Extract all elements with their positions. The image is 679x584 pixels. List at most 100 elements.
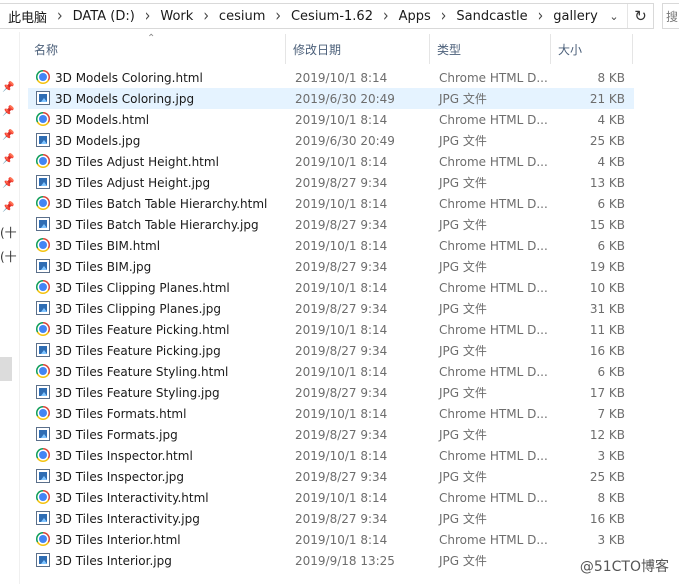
- file-name: 3D Models.jpg: [55, 133, 141, 148]
- file-type: JPG 文件: [439, 260, 487, 274]
- file-row[interactable]: 3D Tiles Inspector.html 2019/10/1 8:14 Chr…: [28, 445, 634, 466]
- jpg-image-file-icon: [36, 385, 50, 399]
- file-row[interactable]: 3D Tiles BIM.html 2019/10/1 8:14 Chrome HT…: [28, 235, 634, 256]
- file-row[interactable]: 3D Tiles Feature Styling.html 2019/10/1 8…: [28, 361, 634, 382]
- breadcrumb-gallery[interactable]: gallery: [551, 9, 599, 24]
- file-row[interactable]: 3D Tiles Feature Picking.jpg 2019/8/27 9:…: [28, 340, 634, 361]
- chrome-html-file-icon: [36, 112, 50, 126]
- file-row[interactable]: 3D Tiles Clipping Planes.html 2019/10/1 8…: [28, 277, 634, 298]
- file-size: 6 KB: [597, 196, 625, 211]
- pin-icon[interactable]: 📌: [2, 154, 14, 165]
- file-row[interactable]: 3D Tiles Feature Styling.jpg 2019/8/27 9:…: [28, 382, 634, 403]
- column-header-date[interactable]: 修改日期: [286, 34, 430, 64]
- breadcrumb-cesium[interactable]: cesium: [217, 9, 267, 24]
- file-size: 19 KB: [589, 259, 625, 274]
- file-size: 8 KB: [597, 490, 625, 505]
- file-type: JPG 文件: [439, 302, 487, 316]
- jpg-image-file-icon: [36, 553, 50, 567]
- column-header-size[interactable]: 大小: [551, 34, 633, 64]
- breadcrumb-sandcastle[interactable]: Sandcastle: [454, 9, 529, 24]
- nav-item-label[interactable]: (十: [0, 248, 17, 265]
- breadcrumb-separator-icon[interactable]: ›: [137, 6, 159, 25]
- column-header-type[interactable]: 类型: [430, 34, 551, 64]
- navigation-pane[interactable]: 📌 📌 📌 📌 📌 📌 (十 (十: [0, 32, 20, 584]
- nav-scrollbar-thumb[interactable]: [0, 357, 12, 381]
- jpg-image-file-icon: [36, 301, 50, 315]
- file-row[interactable]: 3D Models.html 2019/10/1 8:14 Chrome HTML …: [28, 109, 634, 130]
- pin-icon[interactable]: 📌: [2, 82, 14, 93]
- jpg-image-file-icon: [36, 427, 50, 441]
- breadcrumb-separator-icon[interactable]: ›: [195, 6, 217, 25]
- pin-icon[interactable]: 📌: [2, 130, 14, 141]
- file-size: 4 KB: [597, 112, 625, 127]
- breadcrumb-separator-icon[interactable]: ›: [49, 6, 71, 25]
- breadcrumb-apps[interactable]: Apps: [397, 9, 433, 24]
- file-list: 3D Models Coloring.html 2019/10/1 8:14 Chr…: [28, 67, 634, 571]
- file-type: JPG 文件: [439, 218, 487, 232]
- jpg-image-file-icon: [36, 343, 50, 357]
- file-row[interactable]: 3D Tiles Interior.jpg 2019/9/18 13:25 JPG …: [28, 550, 634, 571]
- breadcrumb-data-drive[interactable]: DATA (D:): [71, 9, 137, 24]
- file-name: 3D Tiles Clipping Planes.html: [55, 280, 230, 295]
- column-header-date-label: 修改日期: [293, 42, 342, 57]
- file-row[interactable]: 3D Models Coloring.jpg 2019/6/30 20:49 JPG…: [28, 88, 634, 109]
- file-modified-date: 2019/10/1 8:14: [295, 364, 388, 379]
- file-type: Chrome HTML D...: [439, 154, 548, 169]
- file-row[interactable]: 3D Tiles Inspector.jpg 2019/8/27 9:34 JPG …: [28, 466, 634, 487]
- breadcrumb-separator-icon[interactable]: ›: [530, 6, 552, 25]
- file-row[interactable]: 3D Tiles Batch Table Hierarchy.html 2019/…: [28, 193, 634, 214]
- file-name: 3D Tiles Interior.jpg: [55, 553, 172, 568]
- chrome-html-file-icon: [36, 490, 50, 504]
- watermark: @51CTO博客: [577, 556, 671, 576]
- file-row[interactable]: 3D Tiles Interactivity.html 2019/10/1 8:1…: [28, 487, 634, 508]
- file-row[interactable]: 3D Tiles Batch Table Hierarchy.jpg 2019/8…: [28, 214, 634, 235]
- file-name: 3D Tiles Inspector.jpg: [55, 469, 185, 484]
- file-row[interactable]: 3D Models.jpg 2019/6/30 20:49 JPG 文件 25 KB: [28, 130, 634, 151]
- file-row[interactable]: 3D Models Coloring.html 2019/10/1 8:14 Chr…: [28, 67, 634, 88]
- file-modified-date: 2019/8/27 9:34: [295, 343, 388, 358]
- file-row[interactable]: 3D Tiles Interactivity.jpg 2019/8/27 9:34…: [28, 508, 634, 529]
- file-name: 3D Tiles Adjust Height.html: [55, 154, 219, 169]
- file-row[interactable]: 3D Tiles Formats.html 2019/10/1 8:14 Chrom…: [28, 403, 634, 424]
- file-size: 25 KB: [589, 133, 625, 148]
- nav-item-label[interactable]: (十: [0, 224, 17, 241]
- breadcrumb-separator-icon[interactable]: ›: [267, 6, 289, 25]
- file-name: 3D Tiles BIM.html: [55, 238, 161, 253]
- file-row[interactable]: 3D Tiles BIM.jpg 2019/8/27 9:34 JPG 文件 19 K…: [28, 256, 634, 277]
- pin-icon[interactable]: 📌: [2, 178, 14, 189]
- column-header-name[interactable]: 名称: [27, 34, 286, 64]
- breadcrumb-separator-icon[interactable]: ›: [433, 6, 455, 25]
- file-size: 12 KB: [589, 427, 625, 442]
- file-size: 6 KB: [597, 238, 625, 253]
- breadcrumb-cesium-version[interactable]: Cesium-1.62: [289, 9, 375, 24]
- file-row[interactable]: 3D Tiles Formats.jpg 2019/8/27 9:34 JPG 文件…: [28, 424, 634, 445]
- file-row[interactable]: 3D Tiles Feature Picking.html 2019/10/1 8…: [28, 319, 634, 340]
- file-modified-date: 2019/8/27 9:34: [295, 385, 388, 400]
- jpg-image-file-icon: [36, 133, 50, 147]
- breadcrumb-this-pc[interactable]: 此电脑: [6, 7, 49, 26]
- pin-icon[interactable]: 📌: [2, 202, 14, 213]
- file-type: JPG 文件: [439, 512, 487, 526]
- chevron-down-icon[interactable]: ⌄: [603, 4, 625, 28]
- chrome-html-file-icon: [36, 532, 50, 546]
- file-row[interactable]: 3D Tiles Clipping Planes.jpg 2019/8/27 9:…: [28, 298, 634, 319]
- refresh-icon[interactable]: ↻: [627, 4, 653, 28]
- file-row[interactable]: 3D Tiles Adjust Height.jpg 2019/8/27 9:34…: [28, 172, 634, 193]
- column-header-name-label: 名称: [34, 42, 59, 57]
- search-input[interactable]: 搜: [662, 3, 679, 29]
- file-modified-date: 2019/10/1 8:14: [295, 196, 388, 211]
- file-modified-date: 2019/10/1 8:14: [295, 406, 388, 421]
- pin-icon[interactable]: 📌: [2, 106, 14, 117]
- file-type: Chrome HTML D...: [439, 238, 548, 253]
- address-bar[interactable]: 此电脑 › DATA (D:) › Work › cesium › Cesium…: [0, 3, 654, 29]
- breadcrumb-work[interactable]: Work: [158, 9, 195, 24]
- file-row[interactable]: 3D Tiles Interior.html 2019/10/1 8:14 Chro…: [28, 529, 634, 550]
- file-row[interactable]: 3D Tiles Adjust Height.html 2019/10/1 8:1…: [28, 151, 634, 172]
- file-name: 3D Tiles Interior.html: [55, 532, 181, 547]
- chrome-html-file-icon: [36, 322, 50, 336]
- file-type: JPG 文件: [439, 428, 487, 442]
- breadcrumb-separator-icon[interactable]: ›: [375, 6, 397, 25]
- file-type: Chrome HTML D...: [439, 532, 548, 547]
- file-size: 16 KB: [589, 343, 625, 358]
- file-type: Chrome HTML D...: [439, 196, 548, 211]
